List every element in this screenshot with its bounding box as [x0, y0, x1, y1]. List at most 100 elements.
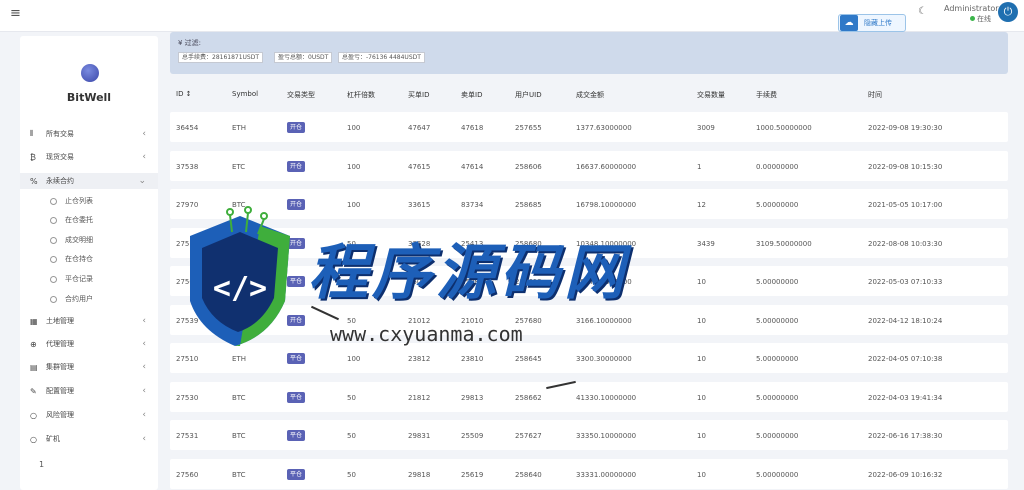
table-cell: 10 — [697, 432, 706, 440]
trade-type-badge: 平仓 — [287, 391, 306, 403]
circle-icon: ○ — [30, 410, 37, 420]
hamburger-icon[interactable]: ≡ — [10, 6, 21, 21]
table-row[interactable]: 37538 ETC 开仓 100 47615 47614 258606 16637.60000… — [170, 150, 1008, 181]
sidebar-item-spot-trades[interactable]: ₿ 现货交易 ‹ — [20, 149, 158, 165]
table-cell: 5.00000000 — [756, 316, 799, 325]
table-cell: 10 — [697, 278, 706, 286]
sidebar-item-risk[interactable]: ○ 风险管理 ‹ — [20, 407, 158, 423]
table-cell: 27531 — [176, 432, 199, 440]
sidebar-item-cluster[interactable]: ▤ 集群管理 ‹ — [20, 359, 158, 375]
keyboard-icon: ▦ — [30, 316, 38, 326]
user-name[interactable]: Administrator — [944, 4, 999, 13]
chevron-left-icon: ‹ — [142, 410, 146, 420]
table-cell: 10 — [697, 393, 706, 402]
table-cell: ETH — [232, 278, 246, 286]
table-cell: 2022-04-05 07:10:38 — [868, 355, 943, 363]
table-cell: 10 — [697, 470, 706, 479]
trade-type-badge: 平仓 — [287, 430, 306, 441]
table-row[interactable]: 27530 BTC 平仓 50 21812 29813 258662 41330.100000… — [170, 381, 1008, 412]
sub-item[interactable]: 在仓持仓 — [20, 252, 158, 266]
sub-item-label: 在仓委托 — [65, 216, 93, 224]
sidebar-item-all-trades[interactable]: ⫴ 所有交易 ‹ — [20, 126, 158, 142]
user-status: 在线 — [970, 14, 991, 24]
table-row[interactable]: 27560 BTC 平仓 50 29818 25619 258640 33331.000000… — [170, 458, 1008, 489]
column-header[interactable]: ID ↕ — [176, 90, 192, 98]
table-row[interactable]: 36454 ETH 开仓 100 47647 47618 257655 1377.630000… — [170, 112, 1008, 142]
sidebar-item-config[interactable]: ✎ 配置管理 ‹ — [20, 383, 158, 399]
table-cell: 10348.10000000 — [576, 239, 637, 248]
table-cell: 23812 — [408, 355, 431, 363]
sub-item-label: 止仓列表 — [65, 197, 93, 205]
column-header: 买单ID — [408, 91, 430, 99]
table-cell: 27510 — [176, 239, 199, 248]
table-cell: 258680 — [515, 239, 542, 248]
table-cell: 2022-04-03 19:41:34 — [868, 393, 943, 402]
moon-icon[interactable]: ☾ — [918, 6, 927, 17]
table-cell: 2022-04-12 18:10:24 — [868, 316, 943, 325]
quick-action-button[interactable]: ☁ 隐藏上传 — [838, 14, 906, 32]
table-cell: 1000.50000000 — [756, 124, 812, 132]
table-cell: 5.00000000 — [756, 278, 799, 286]
table-cell: 0.00000000 — [756, 162, 799, 171]
column-header: 成交金额 — [576, 91, 604, 99]
table-cell: 258662 — [515, 393, 542, 402]
table-cell: 3166.10000000 — [576, 316, 632, 325]
sub-item[interactable]: 合约用户 — [20, 292, 158, 306]
table-cell: 257655 — [515, 124, 542, 132]
circle-icon — [50, 275, 57, 283]
table-cell: 5.00000000 — [756, 470, 799, 479]
table-row[interactable]: 27539 ETH 开仓 50 21012 21010 257680 3166.1000000… — [170, 304, 1008, 335]
sub-item[interactable]: 在仓委托 — [20, 213, 158, 227]
page-number[interactable]: 1 — [39, 460, 44, 469]
table-cell: 47614 — [461, 162, 484, 171]
table-cell: 2021-05-05 10:17:00 — [868, 201, 943, 209]
circle-icon — [50, 236, 57, 244]
bitcoin-icon: ₿ — [30, 152, 36, 162]
table-cell: 29813 — [461, 393, 484, 402]
server-icon: ▤ — [30, 362, 38, 372]
sub-item[interactable]: 平仓记录 — [20, 272, 158, 286]
table-cell: 5.00000000 — [756, 355, 799, 363]
table-row[interactable]: 27510 ETH 开仓 50 33628 25413 258680 10348.100000… — [170, 227, 1008, 258]
filter-title: ¥ 过滤: — [178, 39, 202, 47]
table-cell: 2022-09-08 10:15:30 — [868, 162, 943, 171]
sidebar-item-agents[interactable]: ⊕ 代理管理 ‹ — [20, 336, 158, 352]
column-header: 手续费 — [756, 91, 777, 99]
stat-chip: 总盈亏：-76136 4484USDT — [338, 52, 425, 63]
table-cell: BTC — [232, 393, 246, 402]
logo-text: BitWell — [66, 91, 112, 104]
trade-type-badge: 开仓 — [287, 237, 306, 249]
table-cell: 258640 — [515, 470, 542, 479]
logo-icon — [81, 64, 99, 82]
table-cell: 29831 — [408, 432, 431, 440]
power-icon[interactable]: ⏻ — [998, 2, 1018, 22]
table-cell: BTC — [232, 432, 246, 440]
sidebar-item-miner[interactable]: ○ 矿机 ‹ — [20, 431, 158, 447]
table-cell: 258685 — [515, 201, 542, 209]
sub-item-label: 合约用户 — [65, 295, 93, 303]
sub-item-label: 平仓记录 — [65, 275, 93, 283]
sidebar-item-land[interactable]: ▦ 土地管理 ‹ — [20, 313, 158, 329]
table-cell: 33628 — [408, 239, 431, 248]
chevron-down-icon: ⌄ — [138, 176, 146, 186]
table-cell: 47618 — [461, 124, 484, 132]
quick-action-label: 隐藏上传 — [864, 19, 892, 27]
sidebar-item-label: 永续合约 — [46, 177, 74, 185]
chart-icon: ⫴ — [30, 129, 34, 138]
table-row[interactable]: 27970 BTC 开仓 100 33615 83734 258685 16798.10000… — [170, 189, 1008, 219]
table-cell: 3109.50000000 — [756, 239, 812, 248]
column-header: 交易数量 — [697, 91, 725, 99]
sub-item[interactable]: 成交明细 — [20, 233, 158, 247]
table-row[interactable]: 27531 BTC 平仓 50 29831 25509 257627 33350.100000… — [170, 420, 1008, 450]
table-row[interactable]: 27510 ETH 平仓 100 23812 23810 258645 3300.300000… — [170, 343, 1008, 373]
table-cell: 50 — [347, 239, 356, 248]
table-row[interactable]: 27509 ETH 平仓 50 25088 25086 257619 3977.0000000… — [170, 266, 1008, 296]
table-cell: 3300.30000000 — [576, 355, 632, 363]
sidebar-item-label: 土地管理 — [46, 317, 74, 325]
chevron-left-icon: ‹ — [142, 339, 146, 349]
sidebar-item-perpetual[interactable]: % 永续合约 ⌄ — [20, 173, 158, 189]
sub-item[interactable]: 止仓列表 — [20, 194, 158, 208]
cloud-icon: ☁ — [840, 15, 858, 31]
table-cell: 50 — [347, 470, 356, 479]
circle-icon — [50, 255, 57, 263]
